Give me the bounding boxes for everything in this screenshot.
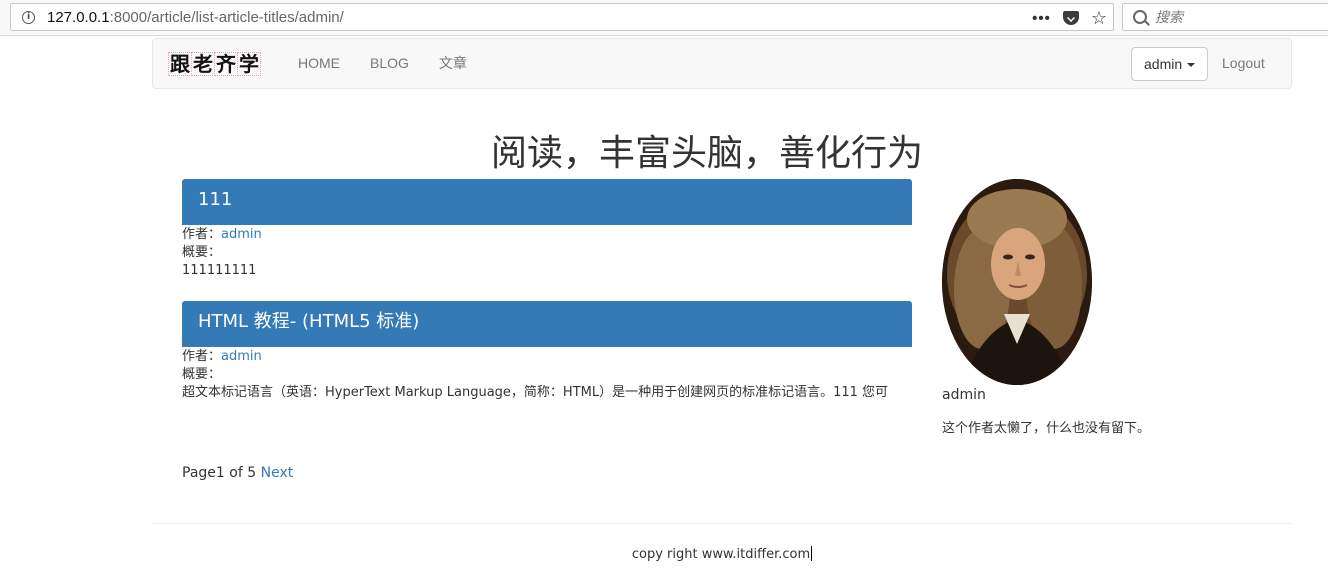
author-label: 作者： bbox=[182, 227, 222, 242]
logo-char: 学 bbox=[237, 52, 261, 76]
author-label: 作者： bbox=[182, 349, 222, 364]
article-title[interactable]: 111 bbox=[182, 179, 912, 225]
user-dropdown-label: admin bbox=[1144, 56, 1183, 72]
footer-copyright: copy right www.itdiffer.com bbox=[631, 547, 811, 562]
bookmark-star-icon[interactable]: ☆ bbox=[1091, 9, 1107, 27]
total-pages: 5 bbox=[247, 465, 257, 481]
of-label: of bbox=[229, 465, 243, 481]
article-item: 111 作者：admin 概要： 111111111 bbox=[182, 179, 912, 280]
user-dropdown-button[interactable]: admin bbox=[1131, 47, 1209, 81]
page-prefix: Page bbox=[182, 465, 216, 481]
pagination: Page1 of 5 Next bbox=[182, 465, 293, 481]
nav-link-home[interactable]: HOME bbox=[283, 39, 355, 88]
author-row: 作者：admin bbox=[182, 348, 912, 366]
article-item: HTML 教程- (HTML5 标准) 作者：admin 概要： 超文本标记语言… bbox=[182, 301, 912, 402]
footer: copy right www.itdiffer.com bbox=[152, 546, 1292, 562]
logo-char: 老 bbox=[191, 52, 215, 76]
article-title[interactable]: HTML 教程- (HTML5 标准) bbox=[182, 301, 912, 347]
footer-divider bbox=[152, 523, 1292, 524]
author-row: 作者：admin bbox=[182, 226, 912, 244]
address-bar[interactable]: i 127.0.0.1:8000/article/list-article-ti… bbox=[10, 3, 1114, 31]
logo-char: 跟 bbox=[168, 52, 192, 76]
nav-links: HOME BLOG 文章 bbox=[283, 39, 482, 88]
caret-down-icon bbox=[1187, 62, 1196, 67]
summary-label: 概要： bbox=[182, 367, 222, 382]
nav-link-articles[interactable]: 文章 bbox=[424, 39, 482, 88]
author-avatar bbox=[942, 179, 1092, 385]
url-actions: ••• ☆ bbox=[1032, 7, 1107, 29]
summary-label: 概要： bbox=[182, 245, 222, 260]
sidebar-author-bio: 这个作者太懒了，什么也没有留下。 bbox=[942, 421, 1151, 436]
sidebar-author-name: admin bbox=[942, 387, 986, 403]
info-icon[interactable]: i bbox=[22, 11, 35, 24]
author-link[interactable]: admin bbox=[221, 349, 262, 364]
site-navbar: 跟 老 齐 学 HOME BLOG 文章 admin Logout bbox=[152, 38, 1292, 89]
nav-link-blog[interactable]: BLOG bbox=[355, 39, 424, 88]
url-path: :8000/article/list-article-titles/admin/ bbox=[109, 9, 344, 26]
more-actions-icon[interactable]: ••• bbox=[1032, 10, 1051, 27]
article-summary: 超文本标记语言（英语：HyperText Markup Language，简称：… bbox=[182, 385, 889, 400]
url-host: 127.0.0.1 bbox=[47, 9, 110, 26]
search-icon bbox=[1133, 10, 1147, 24]
text-cursor bbox=[811, 546, 813, 561]
current-page: 1 bbox=[215, 465, 225, 481]
page-title: 阅读，丰富头脑，善化行为 bbox=[490, 133, 923, 174]
logout-link[interactable]: Logout bbox=[1207, 39, 1280, 88]
url-text[interactable]: 127.0.0.1:8000/article/list-article-titl… bbox=[47, 9, 344, 26]
logo-char: 齐 bbox=[214, 52, 238, 76]
article-meta: 作者：admin 概要： 超文本标记语言（英语：HyperText Markup… bbox=[182, 348, 912, 402]
avatar-portrait bbox=[942, 179, 1092, 385]
next-page-link[interactable]: Next bbox=[261, 465, 294, 481]
browser-toolbar: i 127.0.0.1:8000/article/list-article-ti… bbox=[0, 0, 1328, 36]
article-meta: 作者：admin 概要： 111111111 bbox=[182, 226, 912, 280]
author-link[interactable]: admin bbox=[221, 227, 262, 242]
pocket-icon[interactable] bbox=[1062, 11, 1079, 25]
site-logo[interactable]: 跟 老 齐 学 bbox=[168, 52, 261, 76]
browser-search-box[interactable] bbox=[1122, 3, 1328, 31]
article-summary: 111111111 bbox=[182, 263, 257, 278]
browser-search-input[interactable] bbox=[1153, 7, 1327, 29]
